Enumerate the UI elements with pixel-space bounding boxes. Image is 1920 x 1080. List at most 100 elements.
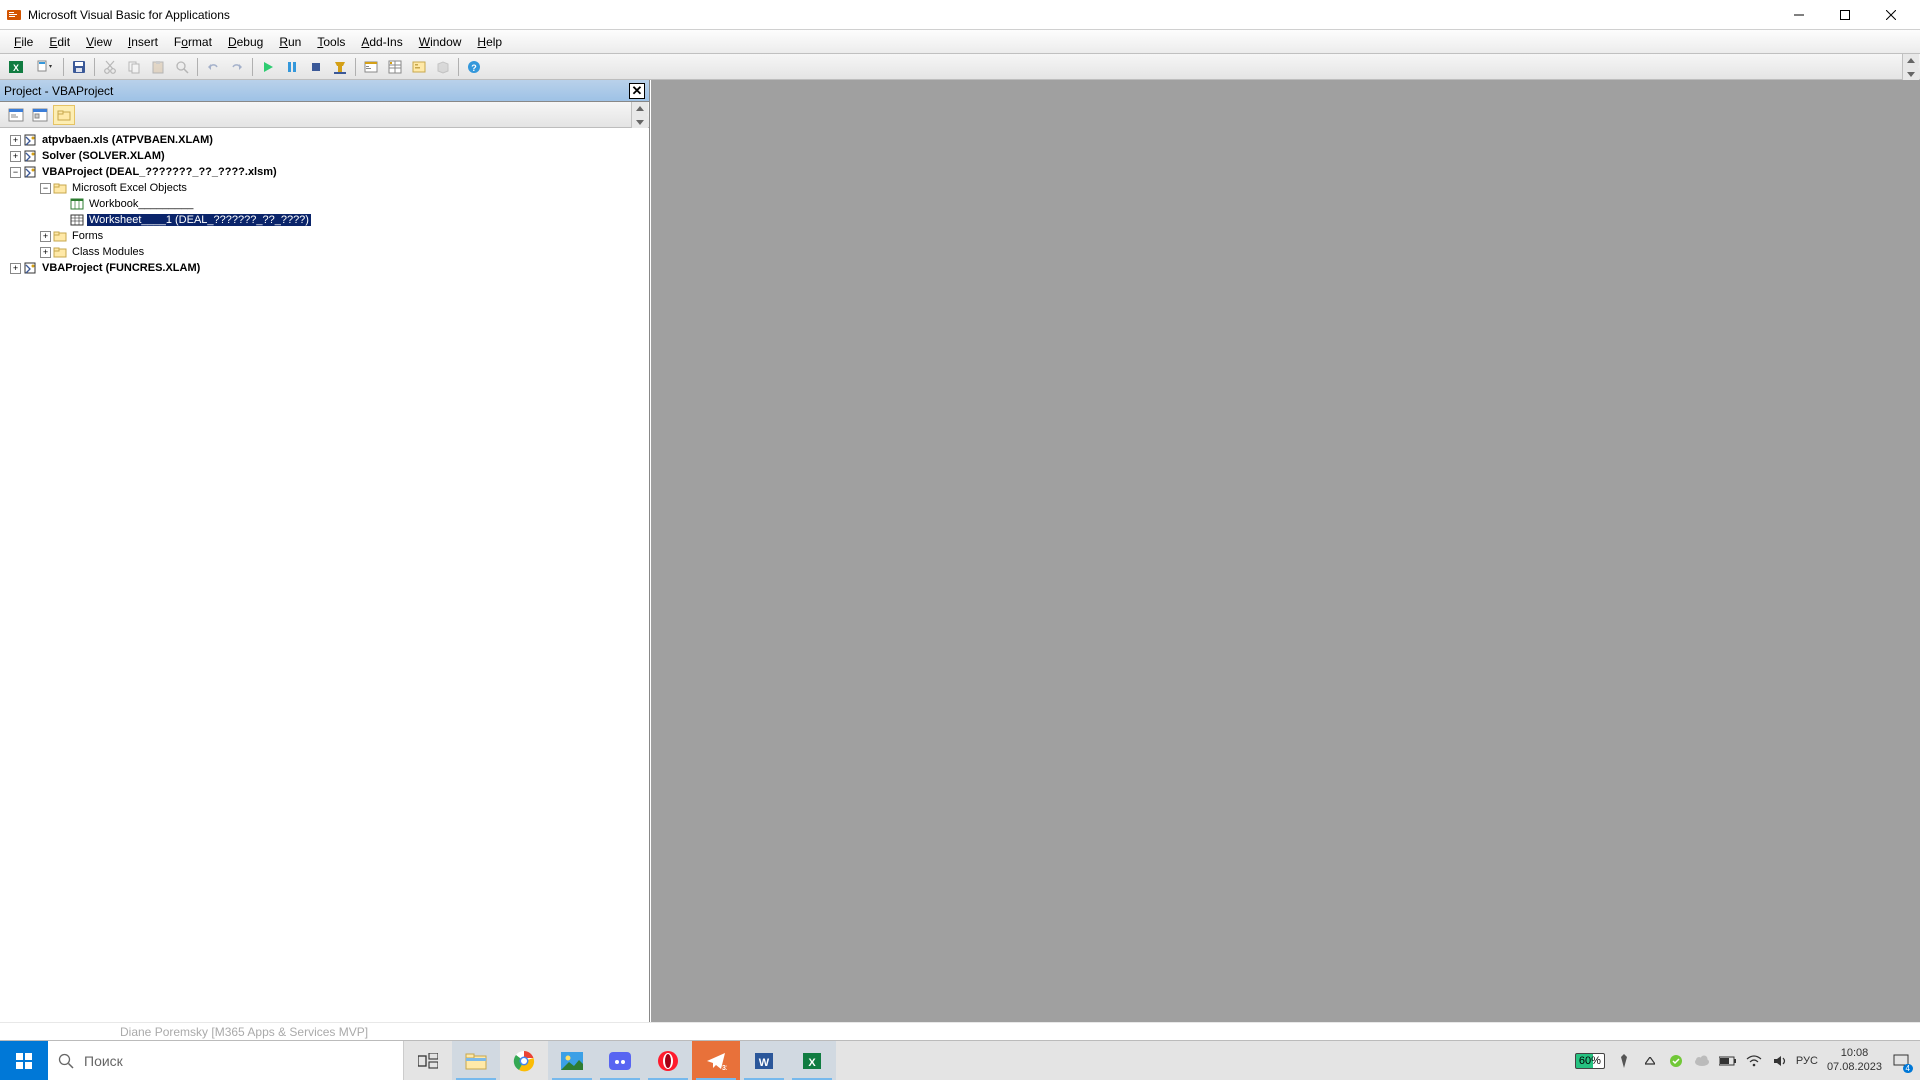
svg-text:X: X — [808, 1057, 816, 1069]
tray-pen-icon[interactable] — [1614, 1051, 1634, 1071]
tray-clock[interactable]: 10:08 07.08.2023 — [1827, 1047, 1882, 1073]
window-controls — [1776, 0, 1914, 30]
mdi-area — [650, 80, 1920, 1022]
minimize-button[interactable] — [1776, 0, 1822, 30]
toolbar-paste-icon[interactable] — [147, 56, 169, 78]
toolbar-break-icon[interactable] — [281, 56, 303, 78]
svg-text:?: ? — [471, 63, 477, 73]
folder-open-icon — [53, 181, 67, 195]
menu-debug[interactable]: Debug — [220, 33, 271, 51]
toolbar-save-icon[interactable] — [68, 56, 90, 78]
toolbar-project-explorer-icon[interactable] — [360, 56, 382, 78]
tray-language[interactable]: РУС — [1796, 1051, 1818, 1071]
menu-edit[interactable]: Edit — [41, 33, 78, 51]
close-button[interactable] — [1868, 0, 1914, 30]
tray-wifi-icon[interactable] — [1744, 1051, 1764, 1071]
taskbar-chrome-icon[interactable] — [500, 1041, 548, 1080]
tray-battery-icon[interactable] — [1718, 1051, 1738, 1071]
toolbar-design-mode-icon[interactable] — [329, 56, 351, 78]
main-area: Project - VBAProject ✕ + atpvbaen.xls (A… — [0, 80, 1920, 1022]
tree-node-workbook[interactable]: Workbook_________ — [0, 196, 649, 212]
below-window-text: Diane Poremsky [M365 Apps & Services MVP… — [0, 1022, 1920, 1040]
tree-node-solver[interactable]: + Solver (SOLVER.XLAM) — [0, 148, 649, 164]
expand-icon[interactable]: + — [10, 263, 21, 274]
menu-insert[interactable]: Insert — [120, 33, 166, 51]
tree-node-excel-objects[interactable]: − Microsoft Excel Objects — [0, 180, 649, 196]
menu-format[interactable]: Format — [166, 33, 220, 51]
vba-project-icon — [23, 149, 37, 163]
taskbar-telegram-icon[interactable]: 31 — [692, 1041, 740, 1080]
titlebar: Microsoft Visual Basic for Applications — [0, 0, 1920, 30]
toolbar: X ? — [0, 54, 1920, 80]
folder-icon — [53, 229, 67, 243]
menu-addins[interactable]: Add-Ins — [353, 33, 410, 51]
toolbar-object-browser-icon[interactable] — [408, 56, 430, 78]
tree-node-class-modules[interactable]: + Class Modules — [0, 244, 649, 260]
toggle-folders-icon[interactable] — [53, 105, 75, 125]
tree-node-atpvbaen[interactable]: + atpvbaen.xls (ATPVBAEN.XLAM) — [0, 132, 649, 148]
taskbar-word-icon[interactable]: W — [740, 1041, 788, 1080]
taskbar-excel-icon[interactable]: X — [788, 1041, 836, 1080]
vba-project-icon — [23, 133, 37, 147]
view-code-icon[interactable] — [5, 105, 27, 125]
menu-help[interactable]: Help — [469, 33, 510, 51]
vba-app-icon — [6, 7, 22, 23]
battery-indicator[interactable]: 60% — [1575, 1053, 1605, 1069]
tray-notifications-icon[interactable]: 4 — [1891, 1051, 1911, 1071]
menu-run[interactable]: Run — [271, 33, 309, 51]
tree-node-forms[interactable]: + Forms — [0, 228, 649, 244]
workbook-icon — [70, 197, 84, 211]
taskbar-opera-icon[interactable] — [644, 1041, 692, 1080]
taskbar-photos-icon[interactable] — [548, 1041, 596, 1080]
project-tree[interactable]: + atpvbaen.xls (ATPVBAEN.XLAM) + Solver … — [0, 128, 649, 1022]
taskbar-search[interactable]: Поиск — [48, 1041, 404, 1080]
toolbar-copy-icon[interactable] — [123, 56, 145, 78]
tree-node-vbaproject-funcres[interactable]: + VBAProject (FUNCRES.XLAM) — [0, 260, 649, 276]
toolbar-insert-dropdown[interactable] — [29, 56, 59, 78]
tray-volume-icon[interactable] — [1770, 1051, 1790, 1071]
toolbar-toolbox-icon[interactable] — [432, 56, 454, 78]
worksheet-icon — [70, 213, 84, 227]
taskbar-discord-icon[interactable] — [596, 1041, 644, 1080]
menu-file[interactable]: FFileile — [6, 33, 41, 51]
task-icons: 31 W X — [404, 1041, 836, 1080]
toolbar-excel-icon[interactable]: X — [5, 56, 27, 78]
collapse-icon[interactable]: − — [10, 167, 21, 178]
menu-view[interactable]: View — [78, 33, 120, 51]
toolbar-redo-icon[interactable] — [226, 56, 248, 78]
toolbar-help-icon[interactable]: ? — [463, 56, 485, 78]
toolbar-find-icon[interactable] — [171, 56, 193, 78]
tray-sync-icon[interactable] — [1666, 1051, 1686, 1071]
tree-node-vbaproject-deal[interactable]: − VBAProject (DEAL_???????_??_????.xlsm) — [0, 164, 649, 180]
svg-text:31: 31 — [722, 1065, 727, 1072]
menu-window[interactable]: Window — [411, 33, 470, 51]
toolbar-undo-icon[interactable] — [202, 56, 224, 78]
view-object-icon[interactable] — [29, 105, 51, 125]
task-view-icon[interactable] — [404, 1041, 452, 1080]
tray-cloud-icon[interactable] — [1692, 1051, 1712, 1071]
start-button[interactable] — [0, 1041, 48, 1080]
toolbar-scroll[interactable] — [1902, 54, 1918, 80]
taskbar-explorer-icon[interactable] — [452, 1041, 500, 1080]
expand-icon[interactable]: + — [10, 135, 21, 146]
tray-chevron-up-icon[interactable] — [1640, 1051, 1660, 1071]
tree-node-worksheet-selected[interactable]: Worksheet____1 (DEAL_???????_??_????) — [0, 212, 649, 228]
project-explorer-close-icon[interactable]: ✕ — [629, 83, 645, 99]
vba-project-icon — [23, 165, 37, 179]
menu-tools[interactable]: Tools — [309, 33, 353, 51]
toolbar-run-icon[interactable] — [257, 56, 279, 78]
maximize-button[interactable] — [1822, 0, 1868, 30]
folder-icon — [53, 245, 67, 259]
expand-icon[interactable]: + — [40, 231, 51, 242]
expand-icon[interactable]: + — [10, 151, 21, 162]
project-toolbar-scroll[interactable] — [631, 102, 647, 128]
vba-project-icon — [23, 261, 37, 275]
expand-icon[interactable]: + — [40, 247, 51, 258]
collapse-icon[interactable]: − — [40, 183, 51, 194]
toolbar-reset-icon[interactable] — [305, 56, 327, 78]
svg-text:W: W — [759, 1057, 770, 1069]
project-explorer-title: Project - VBAProject — [4, 84, 113, 98]
toolbar-cut-icon[interactable] — [99, 56, 121, 78]
toolbar-properties-icon[interactable] — [384, 56, 406, 78]
window-title: Microsoft Visual Basic for Applications — [28, 8, 1776, 22]
